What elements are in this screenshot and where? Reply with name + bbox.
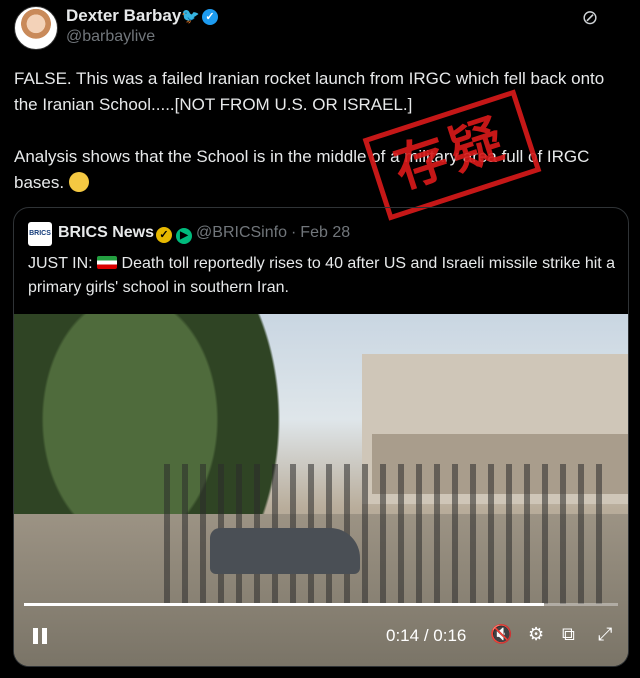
video-player[interactable]: 0:14 / 0:16 🔇 ⚙ ⧉ ⤢ <box>14 314 628 666</box>
thinking-face-emoji-icon <box>68 172 89 192</box>
meta-separator: · <box>290 224 297 241</box>
affiliate-badge-icon: ▶ <box>176 228 193 244</box>
quoted-tweet[interactable]: BRICS BRICS News ✓ ▶ @BRICSinfo · Feb 28 JUST… <box>13 207 629 667</box>
video-time: 0:14 / 0:16 <box>386 626 466 646</box>
pip-icon[interactable]: ⧉ <box>562 624 575 645</box>
volume-muted-icon[interactable]: 🔇 <box>490 624 512 645</box>
current-time: 0:14 <box>386 626 420 645</box>
time-separator: / <box>419 626 434 645</box>
quoted-text-prefix: JUST IN: <box>28 255 93 272</box>
settings-icon[interactable]: ⚙ <box>528 624 544 645</box>
quoted-handle[interactable]: @BRICSinfo <box>196 224 287 241</box>
quoted-name[interactable]: BRICS News <box>58 224 154 241</box>
quoted-avatar[interactable]: BRICS <box>28 222 52 246</box>
duration: 0:16 <box>433 626 467 645</box>
quoted-text-body: Death toll reportedly rises to 40 after … <box>28 255 616 296</box>
quoted-date[interactable]: Feb 28 <box>300 224 350 241</box>
video-controls: 0:14 / 0:16 🔇 ⚙ ⧉ ⤢ <box>14 620 628 652</box>
author-handle[interactable]: @barbaylive <box>66 28 155 46</box>
avatar[interactable] <box>14 6 58 50</box>
tweet-body: FALSE. This was a failed Iranian rocket … <box>14 66 626 222</box>
video-progress-fill <box>24 603 544 606</box>
verified-badge-icon: ✓ <box>201 9 218 25</box>
iran-flag-icon <box>97 256 118 269</box>
author-name-row[interactable]: Dexter Barbay🐦 ✓ <box>66 6 218 26</box>
fullscreen-icon[interactable]: ⤢ <box>598 624 612 645</box>
video-progress-bar[interactable] <box>24 603 618 606</box>
quoted-text: JUST IN: Death toll reportedly rises to … <box>28 252 618 300</box>
author-name[interactable]: Dexter Barbay <box>66 6 181 25</box>
gold-verified-icon: ✓ <box>156 227 173 243</box>
bird-icon: 🐦 <box>181 8 200 25</box>
car <box>210 528 360 574</box>
pause-icon[interactable] <box>30 626 50 646</box>
grok-icon[interactable]: ⊘ <box>580 8 600 28</box>
tweet-paragraph-1: FALSE. This was a failed Iranian rocket … <box>14 69 605 114</box>
quoted-name-row[interactable]: BRICS News ✓ ▶ @BRICSinfo · Feb 28 <box>58 224 350 244</box>
